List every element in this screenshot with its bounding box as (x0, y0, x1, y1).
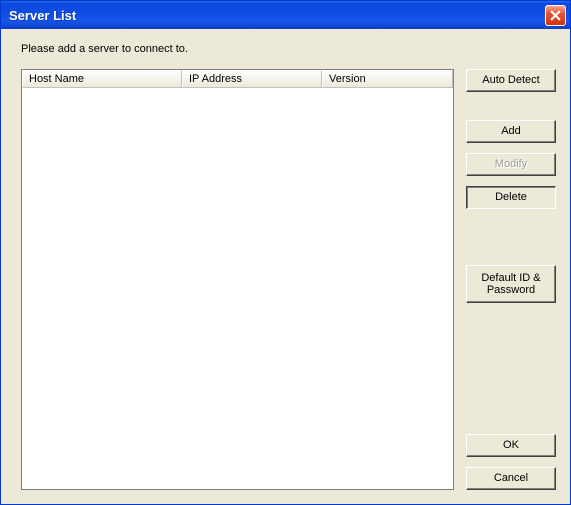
table-header: Host Name IP Address Version (22, 70, 453, 88)
dialog-content: Please add a server to connect to. Host … (1, 29, 570, 504)
column-header-hostname[interactable]: Host Name (22, 70, 182, 88)
table-body[interactable] (22, 88, 453, 489)
server-list-dialog: Server List Please add a server to conne… (0, 0, 571, 505)
default-id-password-button[interactable]: Default ID & Password (466, 265, 556, 303)
ok-button[interactable]: OK (466, 434, 556, 457)
delete-button[interactable]: Delete (466, 186, 556, 209)
close-icon (550, 10, 561, 21)
close-button[interactable] (545, 5, 566, 26)
modify-button[interactable]: Modify (466, 153, 556, 176)
add-button[interactable]: Add (466, 120, 556, 143)
main-row: Host Name IP Address Version Auto Detect… (21, 69, 556, 490)
column-header-version[interactable]: Version (322, 70, 453, 88)
column-header-ip[interactable]: IP Address (182, 70, 322, 88)
window-title: Server List (9, 8, 545, 23)
cancel-button[interactable]: Cancel (466, 467, 556, 490)
server-table[interactable]: Host Name IP Address Version (21, 69, 454, 490)
instruction-text: Please add a server to connect to. (21, 43, 556, 55)
titlebar[interactable]: Server List (1, 1, 570, 29)
auto-detect-button[interactable]: Auto Detect (466, 69, 556, 92)
button-column: Auto Detect Add Modify Delete Default ID… (466, 69, 556, 490)
